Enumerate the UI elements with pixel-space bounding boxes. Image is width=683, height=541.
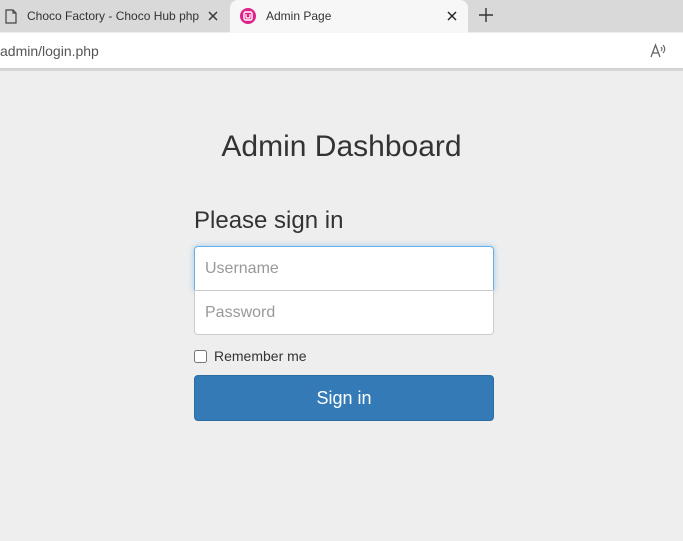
password-input[interactable] [194,290,494,335]
tab-strip: Choco Factory - Choco Hub php Admin Page [0,0,683,33]
toolbar-divider [0,69,683,71]
sign-in-button[interactable]: Sign in [194,375,494,421]
tab-admin-page[interactable]: Admin Page [230,0,468,33]
username-input[interactable] [194,246,494,291]
tab-title: Admin Page [266,9,332,23]
close-icon[interactable] [446,10,458,22]
remember-me-label[interactable]: Remember me [214,348,307,364]
site-favicon-icon [240,8,256,24]
close-icon[interactable] [207,10,219,22]
remember-me-checkbox[interactable] [194,349,207,363]
tab-choco-factory[interactable]: Choco Factory - Choco Hub php [0,0,228,32]
page-title: Admin Dashboard [221,130,462,163]
remember-me[interactable]: Remember me [194,348,307,364]
read-aloud-icon[interactable] [649,42,667,60]
signin-heading: Please sign in [194,207,344,234]
url-text[interactable]: admin/login.php [0,43,99,59]
new-tab-plus-icon[interactable] [478,7,494,23]
tab-title: Choco Factory - Choco Hub php [27,9,199,23]
page-icon [5,9,17,24]
address-bar[interactable]: admin/login.php [0,33,683,69]
